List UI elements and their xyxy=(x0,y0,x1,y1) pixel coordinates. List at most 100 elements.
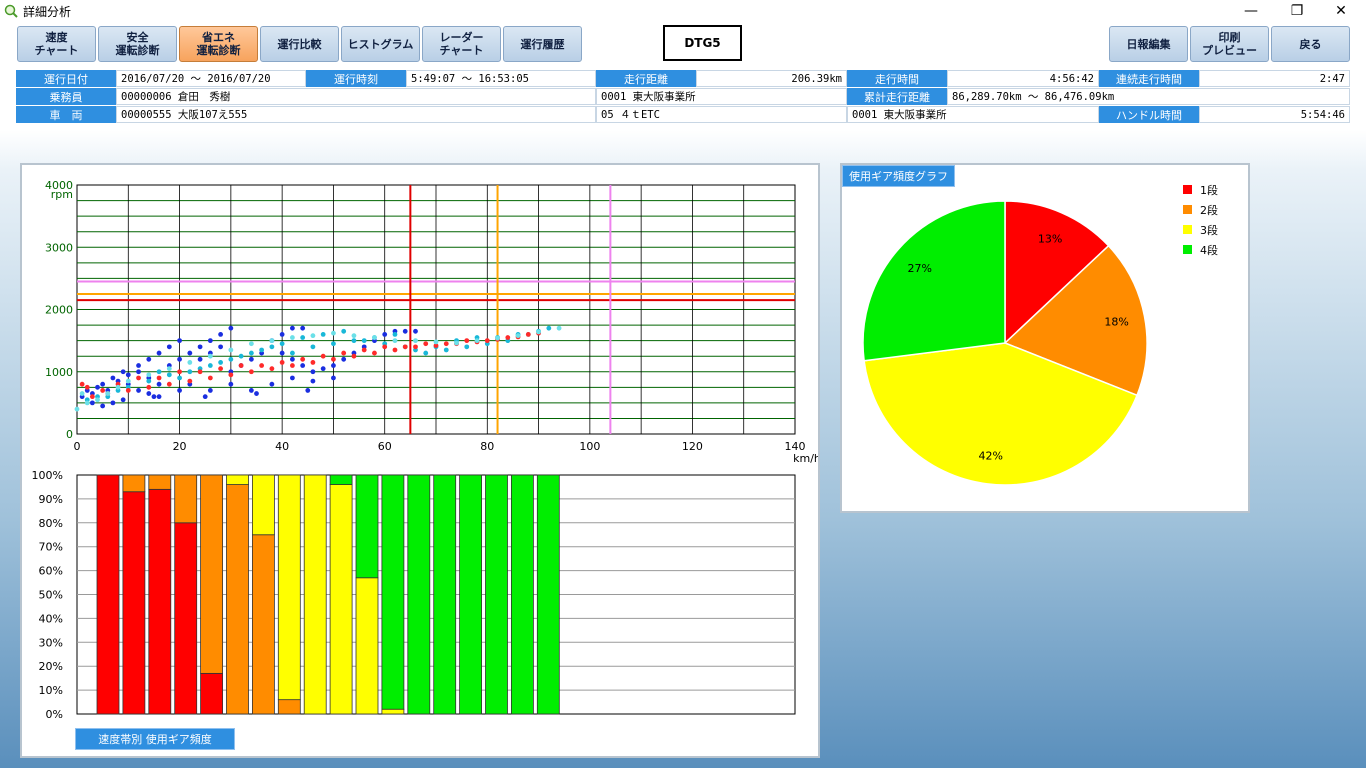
speed-rpm-panel: 0 1000 2000 3000 4000 rpm 0 20 40 60 80 100 120 140 km… xyxy=(20,163,820,758)
safety-diagnosis-button[interactable]: 安全 運転診断 xyxy=(98,26,177,62)
gear-bar-segment xyxy=(200,672,224,715)
legend-label: 1段 xyxy=(1200,183,1218,197)
print-preview-button[interactable]: 印刷 プレビュー xyxy=(1190,26,1269,62)
y-tick-label: 60% xyxy=(39,565,63,578)
scatter-point xyxy=(372,350,377,356)
scatter-point xyxy=(228,356,234,362)
minimize-button[interactable]: — xyxy=(1228,0,1274,22)
scatter-point xyxy=(166,366,172,372)
radar-chart-button[interactable]: レーダー チャート xyxy=(422,26,501,62)
x-tick-label: 0 xyxy=(74,440,81,453)
gear-bar-segment xyxy=(226,474,249,485)
pie-slice-label: 13% xyxy=(1038,233,1062,246)
scatter-point xyxy=(464,344,470,350)
title-bar: 詳細分析 — ❐ ✕ xyxy=(0,0,1366,22)
speed-chart-button[interactable]: 速度 チャート xyxy=(17,26,96,62)
scatter-point xyxy=(156,381,162,387)
scatter-point xyxy=(166,372,172,378)
scatter-point xyxy=(248,356,254,362)
y-tick-label: 70% xyxy=(39,541,63,554)
date-value: 2016/07/20 〜 2016/07/20 xyxy=(116,70,306,87)
scatter-point xyxy=(146,378,152,384)
scatter-point xyxy=(310,378,316,384)
scatter-point xyxy=(207,353,213,359)
scatter-point xyxy=(248,388,254,393)
scatter-point xyxy=(413,344,418,350)
scatter-point xyxy=(218,344,224,350)
scatter-point xyxy=(290,375,295,381)
scatter-point xyxy=(310,344,316,350)
gear-bar-segment xyxy=(329,474,353,485)
scatter-point xyxy=(310,369,316,375)
daily-report-edit-button[interactable]: 日報編集 xyxy=(1109,26,1188,62)
scatter-point xyxy=(228,347,234,353)
scatter-point xyxy=(110,400,116,406)
scatter-point xyxy=(151,394,157,400)
scatter-point xyxy=(79,391,85,396)
model-label: DTG5 xyxy=(663,25,742,61)
y-tick-label: 40% xyxy=(39,612,63,625)
scatter-point xyxy=(89,400,95,406)
y-axis-unit: rpm xyxy=(51,188,73,201)
eco-diagnosis-button[interactable]: 省エネ 運転診断 xyxy=(179,26,258,62)
scatter-point xyxy=(95,397,100,403)
scatter-point xyxy=(423,350,429,356)
scatter-point xyxy=(136,369,141,375)
y-tick-label: 1000 xyxy=(45,366,73,379)
continuous-drive-value: 2:47 xyxy=(1199,70,1350,87)
scatter-point xyxy=(331,363,336,368)
scatter-point xyxy=(300,363,306,368)
cumulative-distance-label: 累計走行距離 xyxy=(847,88,947,105)
gear-bar-segment xyxy=(148,488,172,715)
gear-bar-segment xyxy=(510,474,534,715)
scatter-point xyxy=(156,350,162,356)
scatter-point xyxy=(254,391,259,396)
run-time-value: 5:49:07 〜 16:53:05 xyxy=(406,70,596,87)
gear-bar-segment xyxy=(381,474,405,710)
scatter-point xyxy=(177,356,182,362)
office-value: 0001 東大阪事業所 xyxy=(596,88,847,105)
y-tick-label: 0% xyxy=(46,708,63,721)
scatter-point xyxy=(269,338,275,344)
close-button[interactable]: ✕ xyxy=(1318,0,1364,22)
scatter-point xyxy=(218,332,224,337)
scatter-point xyxy=(454,340,459,346)
legend-label: 2段 xyxy=(1200,203,1218,217)
scatter-point xyxy=(443,347,449,353)
window-title: 詳細分析 xyxy=(23,4,72,19)
scatter-point xyxy=(279,341,285,347)
vehicle-value: 00000555 大阪107え555 xyxy=(116,106,596,123)
scatter-point xyxy=(351,338,357,344)
pie-slice xyxy=(862,200,1006,362)
scatter-point xyxy=(341,328,347,334)
gear-bar-segment xyxy=(407,474,431,715)
scatter-point xyxy=(474,338,480,344)
gear-bar-segment xyxy=(251,534,275,715)
pie-slice-label: 27% xyxy=(908,262,932,275)
x-axis-unit: km/h xyxy=(793,452,818,465)
x-tick-label: 20 xyxy=(173,440,187,453)
run-compare-button[interactable]: 運行比較 xyxy=(260,26,339,62)
scatter-point xyxy=(331,341,336,347)
scatter-point xyxy=(207,375,213,381)
y-tick-label: 10% xyxy=(39,684,63,697)
scatter-point xyxy=(331,356,336,362)
legend-label: 3段 xyxy=(1200,223,1218,237)
scatter-point xyxy=(351,353,357,359)
scatter-point xyxy=(238,363,244,368)
x-tick-label: 100 xyxy=(579,440,600,453)
scatter-point xyxy=(120,369,126,375)
legend-swatch xyxy=(1183,185,1192,194)
scatter-point xyxy=(320,353,326,359)
scatter-point xyxy=(279,332,285,337)
scatter-point xyxy=(177,375,182,381)
x-tick-label: 40 xyxy=(275,440,289,453)
scatter-point xyxy=(136,375,141,381)
maximize-button[interactable]: ❐ xyxy=(1274,0,1320,22)
y-tick-label: 2000 xyxy=(45,304,73,317)
back-button[interactable]: 戻る xyxy=(1271,26,1350,62)
run-history-button[interactable]: 運行履歴 xyxy=(503,26,582,62)
scatter-point xyxy=(402,328,408,334)
trip-info-grid: 運行日付 2016/07/20 〜 2016/07/20 運行時刻 5:49:0… xyxy=(16,70,1350,124)
histogram-button[interactable]: ヒストグラム xyxy=(341,26,420,62)
